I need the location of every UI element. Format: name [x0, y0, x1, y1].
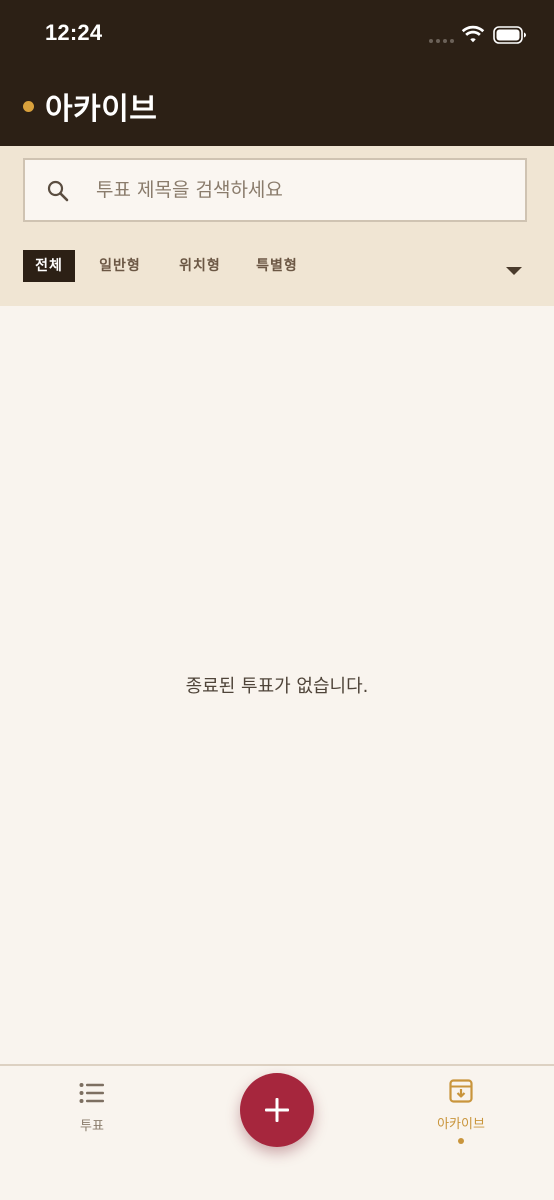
empty-state-message: 종료된 투표가 없습니다. [185, 676, 369, 697]
wifi-icon [461, 25, 485, 43]
filter-chip-location[interactable]: 위치형 [172, 250, 228, 282]
active-indicator-dot [458, 1138, 464, 1144]
search-icon [47, 180, 69, 202]
header-accent-dot [23, 101, 34, 112]
page-title: 아카이브 [45, 92, 158, 127]
list-icon[interactable] [79, 1082, 105, 1104]
filter-chip-all[interactable]: 전체 [23, 250, 75, 282]
search-input[interactable] [96, 160, 516, 220]
chevron-down-icon[interactable] [506, 267, 522, 275]
nav-item-vote-label[interactable]: 투표 [62, 1115, 122, 1134]
filter-chip-general[interactable]: 일반형 [92, 250, 148, 282]
bottom-nav: 투표 아카이브 [0, 1064, 554, 1200]
filter-panel: 전체 일반형 위치형 특별형 [0, 146, 554, 306]
nav-item-archive-label[interactable]: 아카이브 [425, 1113, 497, 1132]
top-bar: 12:24 아카이브 [0, 0, 554, 146]
add-vote-button[interactable] [240, 1073, 314, 1147]
battery-icon [493, 26, 526, 44]
search-box[interactable] [23, 158, 527, 222]
status-time: 12:24 [45, 20, 103, 45]
filter-chip-special[interactable]: 특별형 [249, 250, 305, 282]
archive-icon[interactable] [449, 1079, 473, 1103]
plus-icon [265, 1098, 289, 1122]
signal-icon [429, 39, 454, 43]
